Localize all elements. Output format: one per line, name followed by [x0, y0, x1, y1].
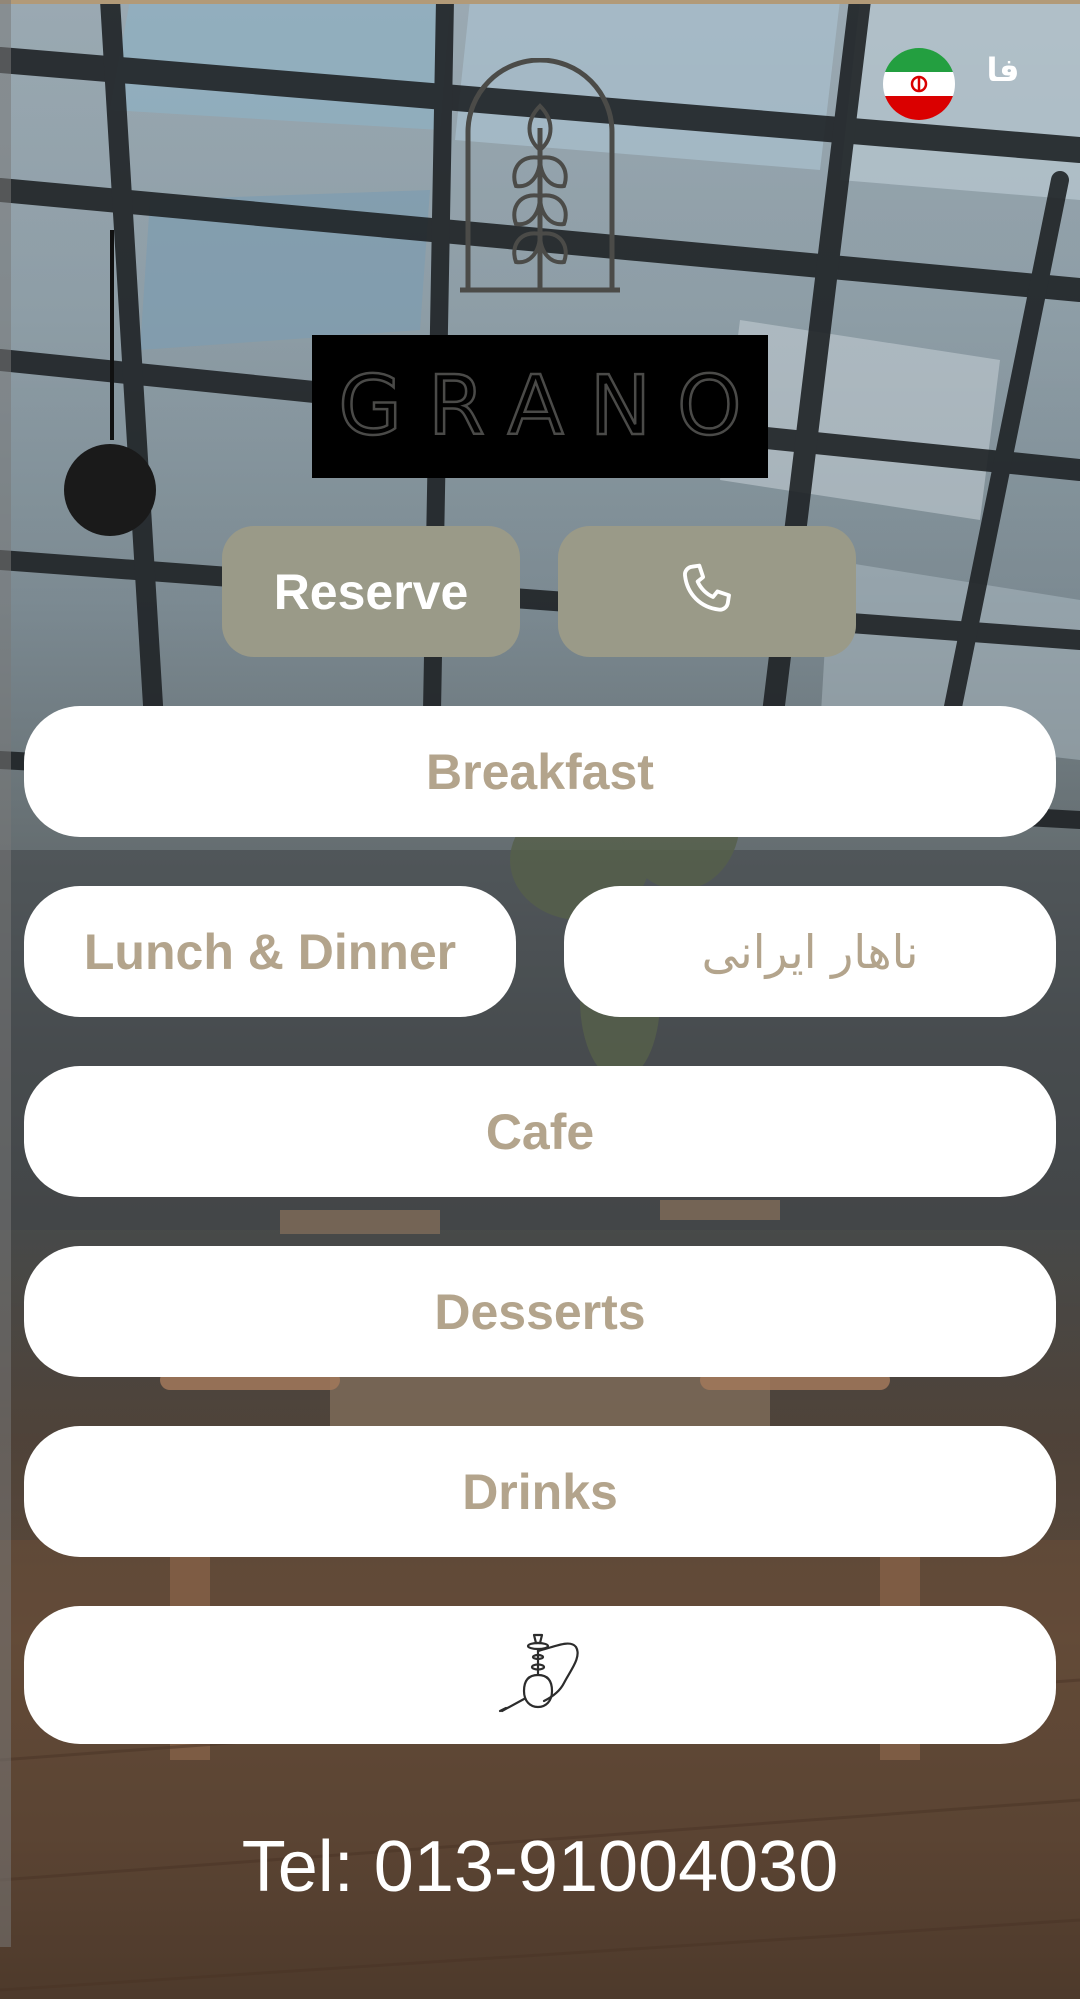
hookah-icon — [498, 1633, 579, 1713]
wheat-arch-logo-icon — [460, 58, 620, 293]
menu-cafe-button[interactable]: Cafe — [24, 1066, 1056, 1197]
page: فا GRANO Reserve Breakfast Lunch & Dinne… — [0, 0, 1080, 1999]
left-edge-strip — [0, 0, 11, 1947]
menu-lunch-dinner-button[interactable]: Lunch & Dinner — [24, 886, 516, 1017]
phone-icon — [683, 563, 731, 612]
brand-name: GRANO — [337, 358, 768, 454]
iran-flag-icon[interactable] — [883, 48, 955, 120]
menu-drinks-button[interactable]: Drinks — [24, 1426, 1056, 1557]
top-accent-strip — [0, 0, 1080, 4]
menu-hookah-button[interactable] — [24, 1606, 1056, 1744]
menu-persian-lunch-button[interactable]: ناهار ایرانی — [564, 886, 1056, 1017]
brand-logo: GRANO — [312, 335, 768, 478]
reserve-button[interactable]: Reserve — [222, 526, 520, 657]
menu-desserts-button[interactable]: Desserts — [24, 1246, 1056, 1377]
phone-number: Tel: 013-91004030 — [241, 1827, 839, 1907]
menu-breakfast-button[interactable]: Breakfast — [24, 706, 1056, 837]
call-button[interactable] — [558, 526, 856, 657]
language-switch-label[interactable]: فا — [978, 46, 1028, 94]
